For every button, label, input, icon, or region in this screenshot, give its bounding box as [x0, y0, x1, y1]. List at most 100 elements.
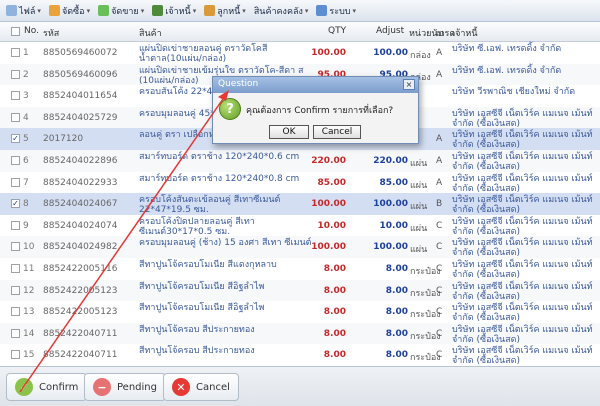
row-number: 2 — [23, 69, 29, 80]
header-name[interactable]: สินค้า — [139, 26, 162, 40]
menu-2[interactable]: จัดซื้อ ▾ — [48, 4, 90, 18]
unit-label: แผ่น — [410, 159, 428, 169]
table-row[interactable]: 11 8852422005116 สีทาปูนโจ้ครอบโมเนีย สีแด… — [0, 258, 600, 281]
row-checkbox[interactable] — [11, 285, 20, 295]
header-adjust[interactable]: Adjust — [376, 26, 404, 36]
row-checkbox[interactable] — [11, 156, 20, 165]
dialog-close-icon[interactable]: × — [403, 79, 415, 90]
qty-value: 8.00 — [323, 328, 346, 339]
row-checkbox[interactable] — [11, 112, 20, 122]
unit-label: แผ่น — [410, 202, 428, 213]
grade-label: A — [436, 134, 443, 145]
product-name: ครอบมุมลอนคู่ (ช้าง) 15 องศา สีเทา ซีเมน… — [139, 238, 312, 249]
adjust-value: 8.00 — [385, 307, 408, 318]
table-row[interactable]: 15 8852422040711 สีทาปูนโจ้ครอบ สีประกายทอ… — [0, 344, 600, 366]
row-checkbox[interactable] — [11, 307, 20, 317]
product-name: สีทาปูนโจ้ครอบโมเนีย สีอิฐลำไพ — [139, 281, 265, 292]
action-bar: ✓ Confirm − Pending ✕ Cancel — [0, 366, 600, 406]
grade-label: A — [436, 156, 443, 166]
menu-label: จัดขาย — [111, 6, 139, 17]
adjust-value: 8.00 — [385, 328, 408, 339]
table-row[interactable]: 1 8850569460072 แผ่นปิดเข่าชายลอนคู่ ตราวั… — [0, 42, 600, 65]
row-number: 8 — [23, 199, 29, 210]
adjust-value: 8.00 — [385, 285, 408, 296]
menu-label: เจ้าหนี้ — [165, 6, 191, 17]
pending-label: Pending — [117, 381, 157, 393]
product-name: แผ่นปิดเข่าชายลอนคู่ ตราวัดโคสี น้ำตาล(1… — [139, 44, 268, 64]
cancel-button[interactable]: ✕ Cancel — [163, 373, 239, 401]
qty-value: 220.00 — [311, 156, 346, 166]
product-name: สมาร์ทบอร์ด ตราช้าง 120*240*0.6 cm — [139, 152, 300, 162]
question-dialog: Question × ? คุณต้องการ Confirm รายการที… — [212, 76, 419, 144]
pending-button[interactable]: − Pending — [84, 373, 166, 401]
menu-label: ลูกหนี้ — [217, 6, 241, 17]
table-row[interactable]: 14 8852422040711 สีทาปูนโจ้ครอบ สีประกายทอ… — [0, 322, 600, 346]
select-all-checkbox[interactable] — [11, 27, 20, 36]
table-row[interactable]: 13 8852422005123 สีทาปูนโจ้ครอบโมเนีย สีอิ… — [0, 301, 600, 325]
menu-6[interactable]: สินค้าคงคลัง ▾ — [254, 4, 309, 18]
row-number: 7 — [23, 177, 29, 188]
row-checkbox[interactable] — [11, 350, 20, 360]
table-row[interactable]: 6 8852404022896 สมาร์ทบอร์ด ตราช้าง 120*24… — [0, 150, 600, 173]
row-checkbox[interactable] — [11, 91, 20, 101]
header-no[interactable]: No. — [24, 26, 39, 36]
row-checkbox[interactable]: ✓ — [11, 134, 20, 144]
product-code: 8852404025729 — [43, 112, 118, 123]
debtor-icon — [204, 5, 216, 16]
items-table: No. รหัส สินค้า QTY Adjust หน่วยนับ เกรด… — [0, 22, 600, 366]
menu-4[interactable]: เจ้าหนี้ ▾ — [152, 4, 196, 18]
table-row[interactable]: 7 8852404022933 สมาร์ทบอร์ด ตราช้าง 120*24… — [0, 171, 600, 195]
product-code: 8852404011654 — [43, 91, 118, 102]
row-checkbox[interactable] — [11, 220, 20, 230]
grade-label: C — [436, 328, 443, 339]
minus-icon: − — [93, 378, 111, 396]
table-row[interactable]: 9 8852404024074 ครอบโค้งปิดปลายลอนคู่ สีเท… — [0, 214, 600, 238]
menu-3[interactable]: จัดขาย ▾ — [98, 4, 144, 18]
grade-label: C — [436, 350, 443, 361]
qty-value: 100.00 — [311, 48, 346, 58]
row-checkbox[interactable]: ✓ — [11, 199, 20, 209]
cancel-label: Cancel — [196, 381, 230, 393]
row-number: 3 — [23, 91, 29, 102]
purchase-icon — [48, 5, 60, 16]
chevron-down-icon: ▾ — [37, 6, 41, 15]
dialog-ok-button[interactable]: OK — [269, 125, 309, 139]
creditor-icon — [152, 5, 164, 16]
dialog-title: Question — [218, 79, 259, 89]
table-row[interactable]: ✓ 8 8852404024067 ครอบโค้งสันตะเข้ลอนคู่ สี… — [0, 193, 600, 217]
row-checkbox[interactable] — [11, 69, 20, 79]
header-code[interactable]: รหัส — [43, 26, 59, 40]
creditor-name: บริษัท เอสซีจี เน็ตเวิร์ค แมเนจ เม้นท์ จ… — [452, 130, 593, 151]
menu-label: ไฟล์ — [19, 6, 36, 17]
product-code: 8852422005123 — [43, 285, 118, 296]
product-code: 8852404022896 — [43, 156, 118, 166]
row-checkbox[interactable] — [11, 264, 20, 273]
unit-label: แผ่น — [410, 180, 428, 191]
grade-label: B — [436, 199, 443, 210]
row-checkbox[interactable] — [11, 328, 20, 338]
chevron-down-icon: ▾ — [192, 6, 197, 15]
header-owner[interactable]: เจ้าหนี้ — [452, 26, 478, 40]
dialog-message: คุณต้องการ Confirm รายการที่เลือก? — [246, 106, 394, 116]
sales-icon — [98, 5, 110, 16]
menu-7[interactable]: ระบบ ▾ — [316, 4, 356, 18]
chevron-down-icon: ▾ — [140, 6, 145, 15]
row-checkbox[interactable] — [11, 177, 20, 187]
question-icon: ? — [219, 98, 241, 120]
table-row[interactable]: 10 8852404024982 ครอบมุมลอนคู่ (ช้าง) 15 อ… — [0, 236, 600, 260]
product-name: สีทาปูนโจ้ครอบ สีประกายทอง — [139, 346, 255, 357]
creditor-name: บริษัท ซี.เอฟ. เทรดดิ้ง จำกัด — [452, 44, 562, 54]
confirm-button[interactable]: ✓ Confirm — [6, 373, 88, 401]
table-row[interactable]: 12 8852422005123 สีทาปูนโจ้ครอบโมเนีย สีอิ… — [0, 279, 600, 303]
menu-1[interactable]: ไฟล์ ▾ — [6, 4, 41, 18]
row-checkbox[interactable] — [11, 48, 20, 57]
qty-value: 8.00 — [323, 350, 346, 361]
menu-toolbar: ไฟล์ ▾ จัดซื้อ ▾ จัดขาย ▾ เจ้าหนี้ ▾ ลูกหนี้ ▾ สิน… — [0, 0, 600, 22]
row-number: 12 — [23, 285, 35, 296]
creditor-name: บริษัท เอสซีจี เน็ตเวิร์ค แมเนจ เม้นท์ จ… — [452, 238, 593, 259]
qty-value: 85.00 — [317, 177, 346, 188]
dialog-cancel-button[interactable]: Cancel — [313, 125, 361, 139]
row-checkbox[interactable] — [11, 242, 20, 252]
header-qty[interactable]: QTY — [328, 26, 346, 36]
menu-5[interactable]: ลูกหนี้ ▾ — [204, 4, 246, 18]
